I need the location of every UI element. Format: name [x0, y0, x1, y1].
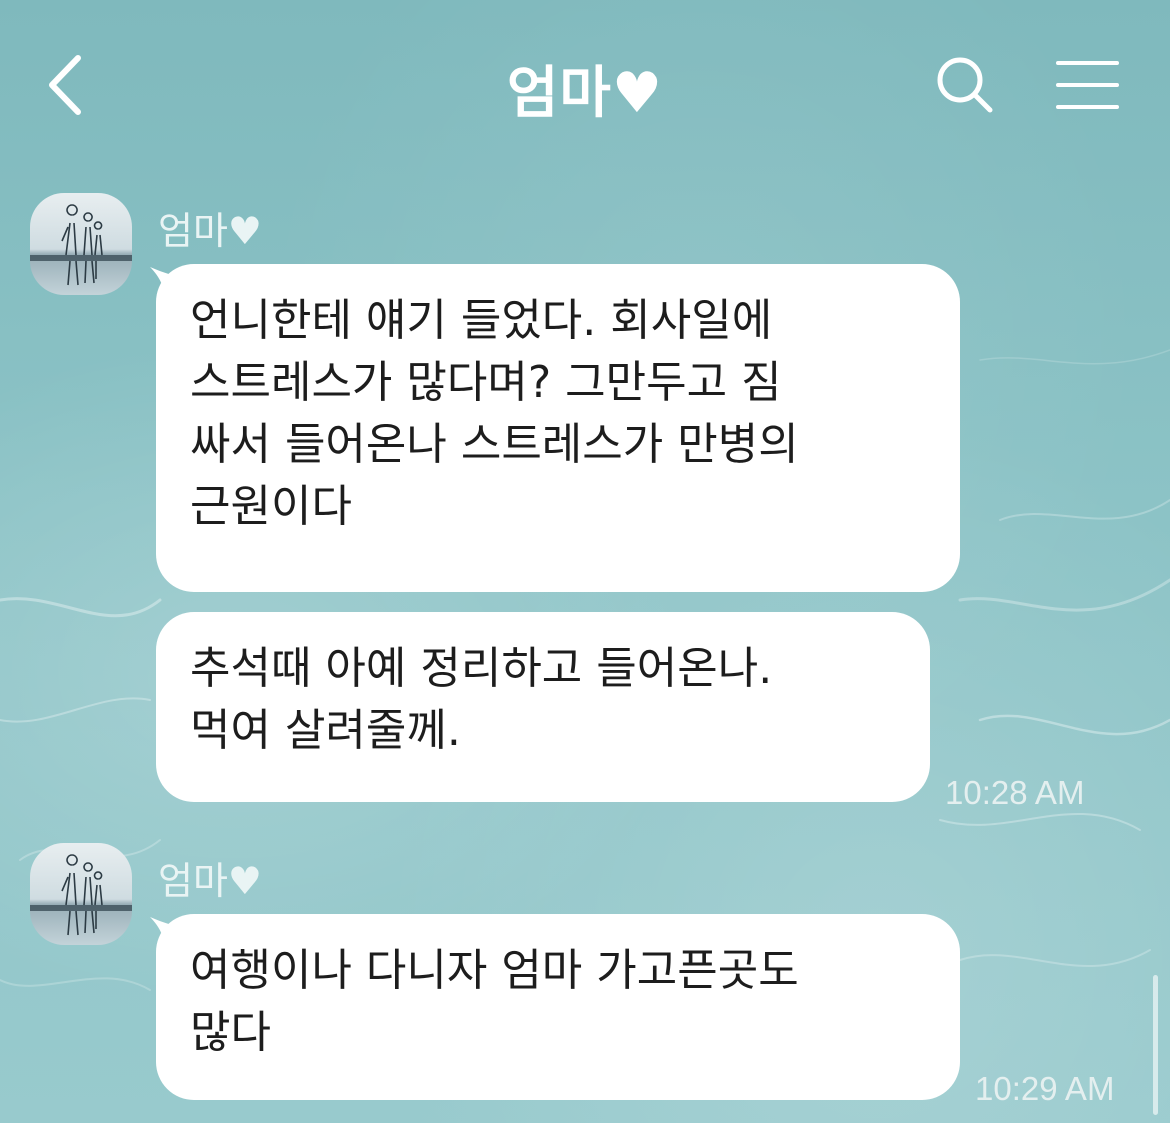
chat-header: 엄마♥ — [0, 0, 1170, 175]
message-line: 언니한테 얘기 들었다. 회사일에 — [190, 295, 773, 346]
message-line: 스트레스가 많다며? 그만두고 짐 — [190, 357, 782, 408]
message-bubble[interactable]: 추석때 아예 정리하고 들어온나. 먹여 살려줄께. — [156, 612, 930, 802]
message-bubble[interactable]: 언니한테 얘기 들었다. 회사일에 스트레스가 많다며? 그만두고 짐 싸서 들… — [156, 264, 960, 592]
message-line: 근원이다 — [190, 481, 352, 532]
avatar-photo — [30, 854, 132, 936]
message-timestamp: 10:28 AM — [945, 774, 1085, 811]
sender-avatar[interactable] — [30, 843, 132, 945]
message-line: 여행이나 다니자 엄마 가고픈곳도 — [190, 945, 799, 996]
message-line: 많다 — [190, 1007, 271, 1058]
search-button[interactable] — [930, 52, 1000, 122]
sender-avatar[interactable] — [30, 193, 132, 295]
message-line: 먹여 살려줄께. — [190, 705, 461, 756]
message-timestamp: 10:29 AM — [975, 1070, 1115, 1107]
message-line: 추석때 아예 정리하고 들어온나. — [190, 643, 773, 694]
hamburger-menu-icon — [1056, 61, 1119, 109]
search-icon — [937, 57, 993, 113]
message-line: 싸서 들어온나 스트레스가 만병의 — [190, 419, 799, 470]
avatar-photo — [30, 204, 132, 286]
sender-name: 엄마♥ — [158, 209, 262, 253]
sender-name: 엄마♥ — [158, 859, 262, 903]
menu-button[interactable] — [1050, 55, 1125, 115]
message-bubble[interactable]: 여행이나 다니자 엄마 가고픈곳도 많다 — [156, 914, 960, 1100]
scrollbar[interactable] — [1153, 975, 1158, 1115]
